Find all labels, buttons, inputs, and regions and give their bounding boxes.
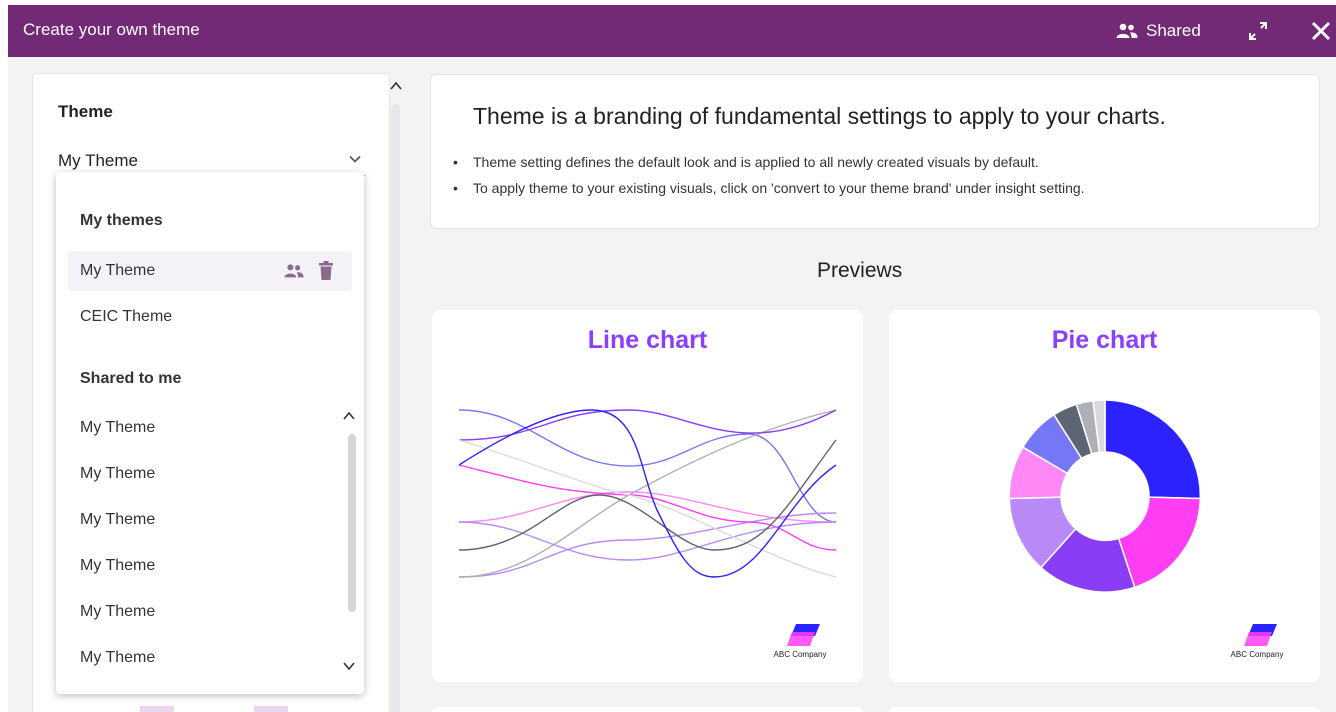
shared-theme-option[interactable]: My Theme: [68, 408, 352, 448]
theme-select-value: My Theme: [58, 151, 138, 170]
shared-theme-label: My Theme: [80, 649, 156, 666]
info-bullet: Theme setting defines the default look a…: [451, 149, 1085, 175]
dialog-title: Create your own theme: [23, 20, 200, 39]
shared-theme-label: My Theme: [80, 557, 156, 574]
theme-option-my-theme[interactable]: My Theme: [68, 251, 352, 291]
shared-button[interactable]: Shared: [1116, 18, 1201, 44]
people-icon: [1116, 23, 1138, 38]
chevron-down-icon: [349, 155, 361, 163]
theme-option-label: CEIC Theme: [80, 308, 173, 325]
shared-theme-label: My Theme: [80, 419, 156, 436]
color-swatch: [254, 706, 288, 712]
info-bullet: To apply theme to your existing visuals,…: [451, 175, 1085, 201]
shared-theme-option[interactable]: My Theme: [68, 546, 352, 586]
scroll-up-icon[interactable]: [342, 410, 356, 422]
expand-button[interactable]: [1245, 18, 1271, 44]
line-chart-preview-card[interactable]: Line chart ABC Company: [432, 310, 863, 682]
header-bar: Create your own theme Shared: [8, 5, 1336, 57]
scrollbar-thumb[interactable]: [391, 104, 400, 712]
info-bullet-list: Theme setting defines the default look a…: [451, 149, 1085, 201]
scroll-down-icon[interactable]: [342, 660, 356, 672]
info-heading: Theme is a branding of fundamental setti…: [473, 103, 1166, 129]
shared-theme-label: My Theme: [80, 603, 156, 620]
scroll-up-icon[interactable]: [389, 80, 403, 92]
pie-slice: [1104, 399, 1202, 500]
people-icon[interactable]: [284, 263, 304, 279]
expand-icon: [1249, 22, 1267, 40]
shared-theme-option[interactable]: My Theme: [68, 592, 352, 632]
close-icon: [1311, 21, 1331, 41]
dropdown-scrollbar-thumb[interactable]: [348, 434, 356, 612]
color-swatch: [140, 706, 174, 712]
theme-option-label: My Theme: [80, 262, 156, 279]
theme-dropdown-menu: My themes My Theme CEIC Theme Shared to …: [56, 172, 364, 694]
series-line: [458, 409, 837, 441]
panel-scrollbar[interactable]: [389, 78, 405, 712]
company-logo: ABC Company: [1229, 622, 1285, 662]
series-line: [458, 512, 837, 578]
theme-info-box: Theme is a branding of fundamental setti…: [430, 74, 1320, 229]
shared-theme-option[interactable]: My Theme: [68, 500, 352, 540]
shared-label: Shared: [1146, 21, 1201, 40]
theme-option-ceic-theme[interactable]: CEIC Theme: [68, 297, 352, 337]
company-name: ABC Company: [773, 650, 827, 659]
shared-theme-label: My Theme: [80, 465, 156, 482]
company-logo: ABC Company: [772, 622, 828, 662]
series-line: [458, 439, 837, 551]
shared-to-me-heading: Shared to me: [80, 370, 182, 387]
previews-heading: Previews: [817, 259, 903, 282]
company-name: ABC Company: [1230, 650, 1284, 659]
shared-theme-label: My Theme: [80, 511, 156, 528]
theme-label: Theme: [58, 102, 113, 121]
preview-card[interactable]: [432, 707, 863, 712]
shared-theme-option[interactable]: My Theme: [68, 638, 352, 678]
shared-theme-option[interactable]: My Theme: [68, 454, 352, 494]
trash-icon[interactable]: [318, 261, 334, 281]
series-line: [458, 439, 837, 578]
preview-card[interactable]: [889, 707, 1320, 712]
close-button[interactable]: [1308, 18, 1334, 44]
my-themes-heading: My themes: [80, 212, 163, 229]
pie-chart-preview-card[interactable]: Pie chart ABC Company: [889, 310, 1320, 682]
